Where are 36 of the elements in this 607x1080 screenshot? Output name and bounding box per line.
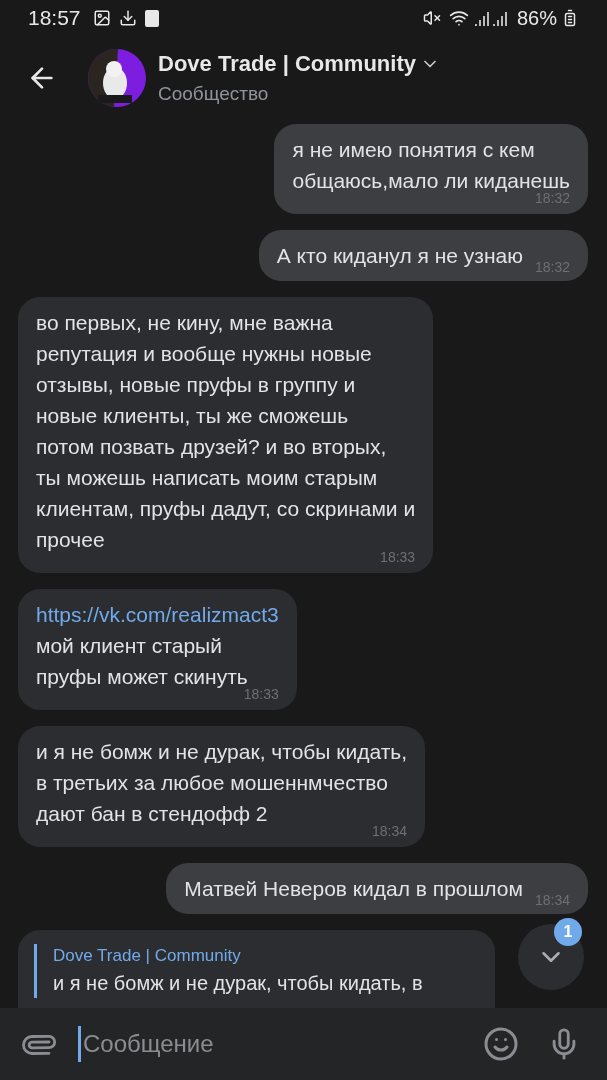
message-text: клиентам, пруфы дадут, со скринами и	[36, 496, 416, 522]
status-time: 18:57	[28, 5, 81, 32]
message-text: во первых, не кину, мне важна	[36, 310, 334, 336]
mute-icon	[422, 9, 441, 27]
message-time: 18:34	[372, 823, 408, 839]
signal-icon	[472, 10, 509, 26]
message-text: дают бан в стендофф 2	[36, 801, 269, 827]
wifi-icon	[448, 8, 469, 28]
message-composer[interactable]: Сообщение	[0, 1008, 607, 1080]
message-text: потом позвать друзей? и во вторых,	[36, 434, 388, 460]
message-time: 18:33	[380, 549, 416, 565]
reply-quote: и я не бомж и не дурак, чтобы кидать, в	[53, 971, 424, 996]
message-text: мой клиент старый	[36, 633, 223, 659]
message-text: в третьих за любое мошеннмчество	[36, 770, 389, 796]
message-text: Матвей Неверов кидал в прошлом	[184, 876, 523, 902]
message-text: новые клиенты, ты же сможешь	[36, 403, 350, 429]
chat-title[interactable]: Dove Trade | Community	[158, 47, 416, 81]
message-text: ты можешь написать моим старым	[36, 465, 379, 491]
unread-badge: 1	[554, 918, 582, 946]
message-link[interactable]: https://vk.com/realizmact3	[36, 599, 279, 630]
message-text: общаюсь,мало ли киданешь	[292, 168, 570, 194]
message-text: и я не бомж и не дурак, чтобы кидать,	[36, 739, 408, 765]
image-icon	[92, 9, 111, 27]
download-icon	[118, 9, 137, 27]
app-icon	[144, 9, 159, 27]
message-text: отзывы, новые пруфы в группу и	[36, 372, 357, 398]
message-text: репутация и вообще нужны новые	[36, 341, 373, 367]
message-input[interactable]: Сообщение	[78, 1026, 475, 1062]
chat-subtitle: Сообщество	[158, 82, 270, 107]
battery-level: 86%	[516, 6, 557, 31]
emoji-button[interactable]	[483, 1026, 519, 1062]
avatar[interactable]	[88, 49, 146, 107]
message-text: А кто киданул я не узнаю	[276, 243, 523, 269]
reply-author: Dove Trade | Community	[53, 945, 242, 967]
message-text: я не имею понятия с кем	[292, 137, 536, 163]
message-text: прочее	[36, 527, 106, 553]
